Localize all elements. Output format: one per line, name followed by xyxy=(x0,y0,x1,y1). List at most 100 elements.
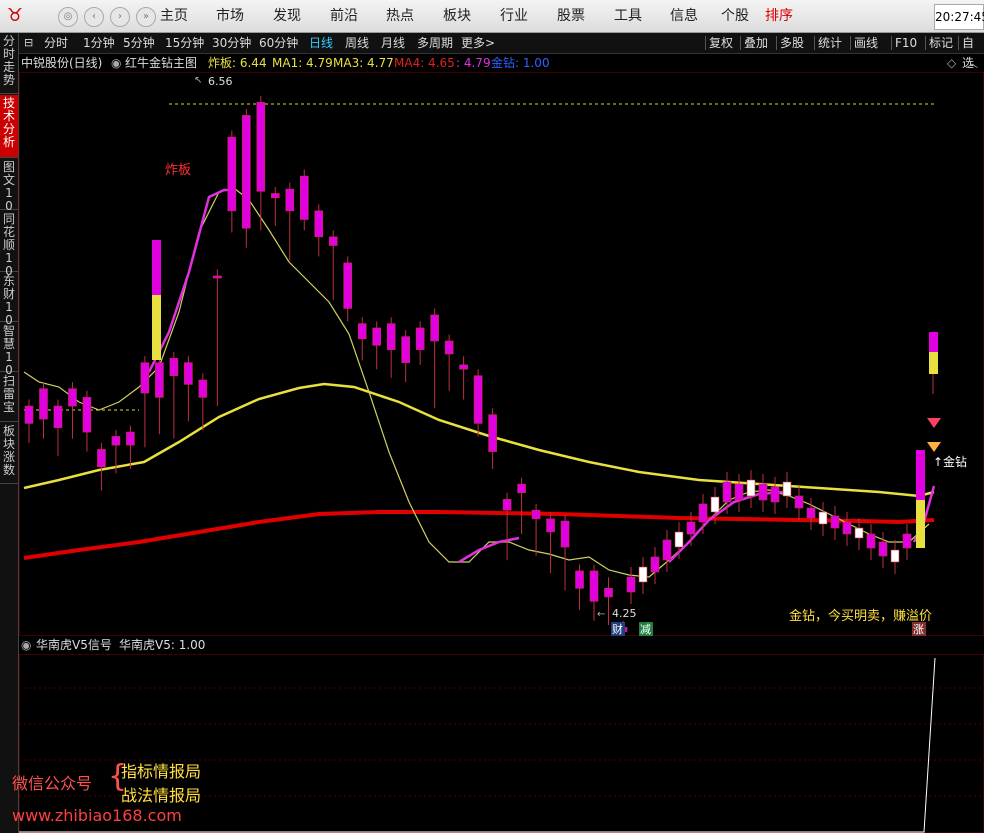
menu-item-1[interactable]: 市场 xyxy=(216,0,244,32)
main-candlestick-chart[interactable]: ↖ 6.56 4.25 ← 炸板 ↑金钻金钻，今买明卖，赚溢价财 减 涨 xyxy=(19,72,984,636)
sidebar-tab-6[interactable]: 扫 雷 宝 xyxy=(0,373,18,422)
jinzuan-value: 金钻: 1.00 xyxy=(491,56,550,70)
period-3[interactable]: 15分钟 xyxy=(165,33,204,53)
sidebar-tab-0[interactable]: 分 时 走 势 xyxy=(0,33,18,94)
jian-badge: 减 xyxy=(640,623,651,636)
tool-separator xyxy=(705,36,706,50)
candle-body xyxy=(830,515,840,529)
back-icon[interactable]: ‹ xyxy=(84,7,104,27)
candle-body xyxy=(782,481,792,497)
cai-badge: 财 xyxy=(612,622,623,636)
indicator-name[interactable]: 红牛金钻主图 xyxy=(125,54,197,72)
period-5[interactable]: 60分钟 xyxy=(259,33,298,53)
candle-body xyxy=(546,518,555,533)
candle-body xyxy=(722,481,732,503)
stock-name[interactable]: 中锐股份(日线) xyxy=(21,54,102,72)
forward-icon[interactable]: › xyxy=(110,7,130,27)
watermark-line1: 指标情报局 xyxy=(121,762,202,781)
sidebar-tab-3[interactable]: 同 花 顺 1 0 xyxy=(0,211,18,278)
candle-body xyxy=(372,327,382,346)
tool-separator xyxy=(740,36,741,50)
candle-body xyxy=(866,533,876,549)
sidebar-tab-4[interactable]: 东 财 1 0 xyxy=(0,273,18,327)
tool-2[interactable]: 多股 xyxy=(780,33,804,53)
zhang-badge: 涨 xyxy=(913,623,924,636)
top-menu-bar: ♉ ◎ ‹ › » 主页 市场 发现 前沿 热点 板块 行业 股票 工具 信息 个股 排序 20:27… xyxy=(0,0,984,33)
slogan-text: 金钻，今买明卖，赚溢价 xyxy=(789,608,932,624)
menu-item-10[interactable]: 个股 xyxy=(721,0,749,32)
menu-item-3[interactable]: 前沿 xyxy=(330,0,358,32)
candle-body xyxy=(430,314,439,342)
menu-item-9[interactable]: 信息 xyxy=(670,0,698,32)
candle-body xyxy=(575,570,584,589)
period-10[interactable]: 更多> xyxy=(461,33,495,53)
candle-body xyxy=(140,362,150,394)
candle-body xyxy=(794,495,804,509)
period-0[interactable]: 分时 xyxy=(44,33,68,53)
candle-body xyxy=(169,358,179,376)
panel-toggle-icon[interactable]: ⊟ xyxy=(24,33,38,53)
diamond-icon[interactable]: ◇ xyxy=(947,54,956,72)
candle-body xyxy=(39,388,48,420)
period-4[interactable]: 30分钟 xyxy=(212,33,251,53)
sidebar-tab-1[interactable]: 技 术 分 析 xyxy=(0,95,18,158)
extra-value: : 4.79 xyxy=(456,56,491,70)
candle-body xyxy=(68,388,77,407)
candle-body xyxy=(686,521,696,535)
collapse-up-icon[interactable]: ︿ xyxy=(966,54,978,72)
menu-item-6[interactable]: 行业 xyxy=(500,0,528,32)
candle-body xyxy=(806,507,816,519)
candle-body xyxy=(111,436,121,446)
sidebar-tab-5[interactable]: 智 慧 1 0 xyxy=(0,323,18,377)
candle-body xyxy=(184,362,193,385)
sub-indicator-value: 华南虎V5: 1.00 xyxy=(119,638,206,652)
watermark-line2: 战法情报局 xyxy=(121,786,202,805)
tool-1[interactable]: 叠加 xyxy=(744,33,768,53)
tool-5[interactable]: F10 xyxy=(895,33,917,53)
sub-indicator-title[interactable]: 华南虎V5信号 xyxy=(36,636,112,654)
candle-body xyxy=(638,566,648,583)
signal-bar-magenta-2 xyxy=(916,450,925,500)
sidebar-tab-2[interactable]: 图 文 1 0 xyxy=(0,159,18,213)
sidebar-tab-7[interactable]: 板 块 涨 数 xyxy=(0,423,18,484)
menu-item-11[interactable]: 排序 xyxy=(765,0,793,32)
candle-body xyxy=(24,405,34,424)
tool-separator xyxy=(891,36,892,50)
signal-bar-magenta xyxy=(152,240,161,295)
period-8[interactable]: 月线 xyxy=(381,33,405,53)
candle-body xyxy=(890,549,900,563)
candle-body xyxy=(53,405,63,429)
period-2[interactable]: 5分钟 xyxy=(123,33,155,53)
period-1[interactable]: 1分钟 xyxy=(83,33,115,53)
menu-item-0[interactable]: 主页 xyxy=(160,0,188,32)
tool-4[interactable]: 画线 xyxy=(854,33,878,53)
menu-item-2[interactable]: 发现 xyxy=(273,0,301,32)
jinzuan-tag: ↑金钻 xyxy=(933,454,967,469)
high-price-label: 6.56 xyxy=(208,75,233,88)
tool-0[interactable]: 复权 xyxy=(709,33,733,53)
more-chevron-icon[interactable]: » xyxy=(136,7,156,27)
candle-body xyxy=(531,509,541,520)
watermark-url: www.zhibiao168.com xyxy=(12,806,182,825)
tool-separator xyxy=(925,36,926,50)
indicator-settings-icon[interactable]: ◉ xyxy=(111,54,121,72)
candle-body xyxy=(710,496,720,513)
tool-3[interactable]: 统计 xyxy=(818,33,842,53)
period-7[interactable]: 周线 xyxy=(345,33,369,53)
candle-body xyxy=(401,336,410,363)
period-9[interactable]: 多周期 xyxy=(417,33,453,53)
candle-body xyxy=(357,323,367,340)
home-circle-icon[interactable]: ◎ xyxy=(58,7,78,27)
menu-item-5[interactable]: 板块 xyxy=(443,0,471,32)
candle-body xyxy=(285,188,295,212)
candle-body xyxy=(488,414,497,452)
period-6[interactable]: 日线 xyxy=(309,33,333,53)
menu-item-7[interactable]: 股票 xyxy=(557,0,585,32)
tool-6[interactable]: 标记 xyxy=(929,33,953,53)
candle-body xyxy=(270,193,280,199)
period-bar: ⊟ 分时 1分钟 5分钟 15分钟 30分钟 60分钟 日线 周线 月线 多周期 更多> 复权 叠加 多股… xyxy=(19,33,984,70)
menu-item-4[interactable]: 热点 xyxy=(386,0,414,32)
sub-settings-icon[interactable]: ◉ xyxy=(21,636,31,654)
menu-item-8[interactable]: 工具 xyxy=(614,0,642,32)
tool-7[interactable]: 自选 xyxy=(962,33,984,70)
